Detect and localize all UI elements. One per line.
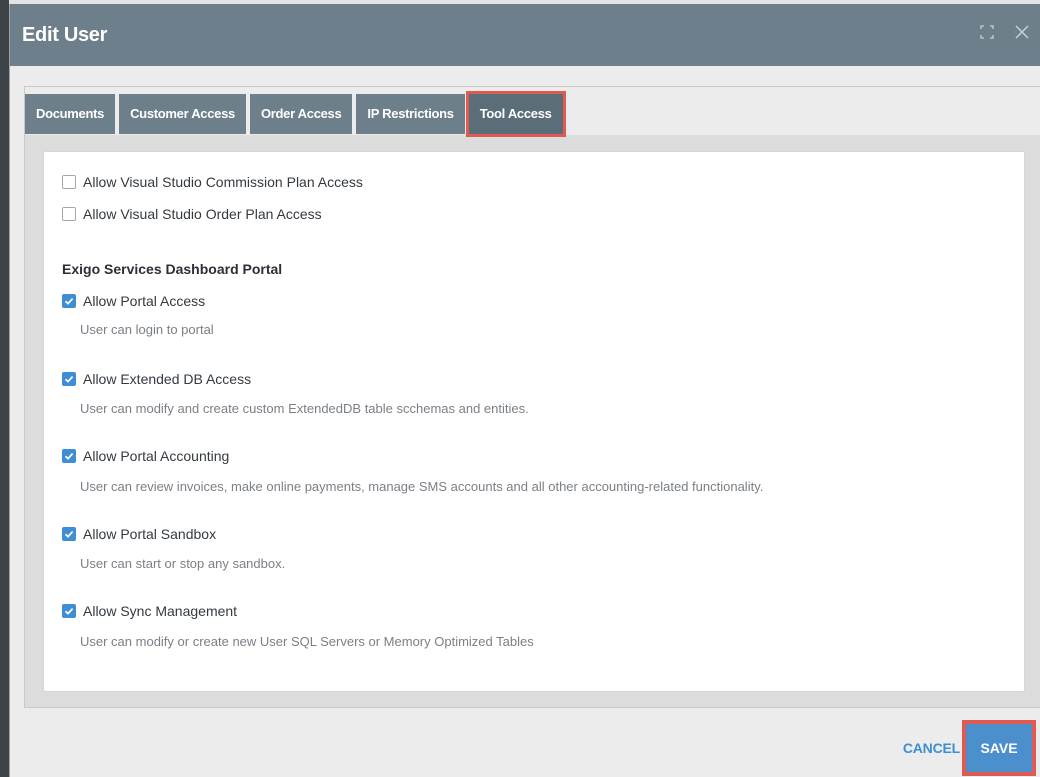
- section-title-portal: Exigo Services Dashboard Portal: [62, 261, 283, 277]
- tab-customer-access[interactable]: Customer Access: [119, 94, 246, 134]
- option-label: Allow Sync Management: [83, 603, 238, 619]
- checkbox-vs-order-plan[interactable]: [62, 207, 76, 221]
- option-label: Allow Visual Studio Order Plan Access: [83, 206, 322, 222]
- close-icon[interactable]: [1014, 24, 1030, 45]
- check-icon: [64, 376, 74, 383]
- edit-user-dialog: Edit User Documents Customer Access Orde…: [9, 4, 1040, 777]
- option-description: User can modify or create new User SQL S…: [80, 634, 534, 649]
- checkbox-vs-commission-plan[interactable]: [62, 175, 76, 189]
- cancel-button[interactable]: CANCEL: [903, 740, 966, 756]
- option-label: Allow Extended DB Access: [83, 371, 252, 387]
- option-vs-commission-plan[interactable]: Allow Visual Studio Commission Plan Acce…: [62, 174, 363, 190]
- checkbox-extended-db-access[interactable]: [62, 372, 76, 386]
- dialog-footer: CANCEL SAVE: [903, 720, 1036, 776]
- expand-icon[interactable]: [980, 25, 994, 44]
- option-label: Allow Visual Studio Commission Plan Acce…: [83, 174, 363, 190]
- page-background-edge: [0, 0, 9, 777]
- checkbox-sync-management[interactable]: [62, 604, 76, 618]
- tab-documents[interactable]: Documents: [25, 94, 116, 134]
- title-actions: [980, 24, 1030, 45]
- option-extended-db-access[interactable]: Allow Extended DB Access: [62, 371, 251, 387]
- tabs-container: Documents Customer Access Order Access I…: [24, 86, 1040, 708]
- tab-order-access[interactable]: Order Access: [249, 94, 353, 134]
- dialog-title: Edit User: [22, 23, 108, 46]
- option-vs-order-plan[interactable]: Allow Visual Studio Order Plan Access: [62, 206, 322, 222]
- check-icon: [64, 531, 74, 538]
- option-label: Allow Portal Accounting: [83, 448, 230, 464]
- checkbox-portal-access[interactable]: [62, 294, 76, 308]
- tab-bar: Documents Customer Access Order Access I…: [25, 87, 1040, 137]
- checkbox-portal-sandbox[interactable]: [62, 527, 76, 541]
- option-description: User can start or stop any sandbox.: [80, 556, 286, 571]
- option-description: User can review invoices, make online pa…: [80, 479, 764, 494]
- checkbox-portal-accounting[interactable]: [62, 449, 76, 463]
- option-portal-access[interactable]: Allow Portal Access: [62, 293, 205, 309]
- option-label: Allow Portal Sandbox: [83, 526, 217, 542]
- option-label: Allow Portal Access: [83, 293, 206, 309]
- check-icon: [64, 298, 74, 305]
- option-portal-sandbox[interactable]: Allow Portal Sandbox: [62, 526, 216, 542]
- check-icon: [64, 608, 74, 615]
- option-sync-management[interactable]: Allow Sync Management: [62, 603, 237, 619]
- check-icon: [64, 453, 74, 460]
- tab-tool-access[interactable]: Tool Access: [465, 91, 566, 137]
- option-portal-accounting[interactable]: Allow Portal Accounting: [62, 448, 229, 464]
- option-description: User can modify and create custom Extend…: [80, 401, 529, 416]
- dialog-title-bar: Edit User: [10, 4, 1040, 66]
- option-description: User can login to portal: [80, 322, 214, 337]
- tool-access-panel: Allow Visual Studio Commission Plan Acce…: [43, 151, 1025, 692]
- tab-ip-restrictions[interactable]: IP Restrictions: [356, 94, 465, 134]
- save-button[interactable]: SAVE: [962, 720, 1036, 776]
